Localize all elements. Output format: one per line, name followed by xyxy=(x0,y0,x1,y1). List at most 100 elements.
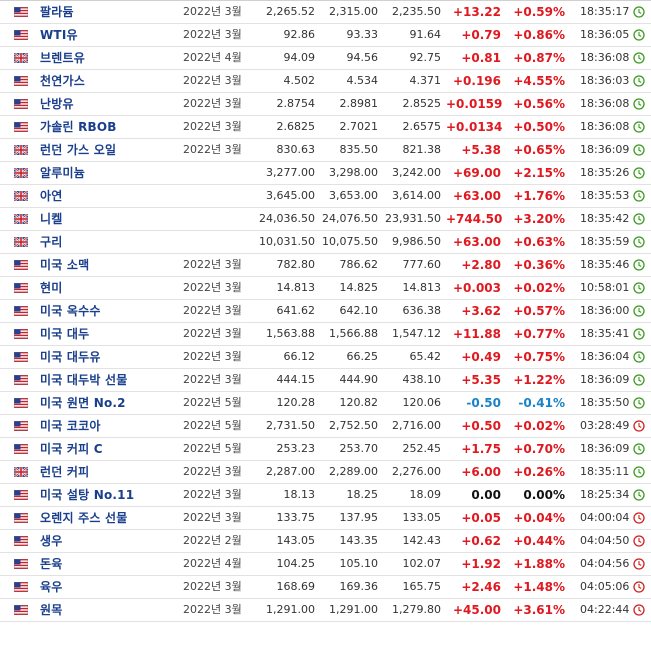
low-price: 4.371 xyxy=(409,74,442,87)
contract-month: 2022년 3월 xyxy=(183,373,242,386)
price-change: +63.00 xyxy=(452,235,501,249)
contract-month: 2022년 3월 xyxy=(183,281,242,294)
commodity-name-link[interactable]: 미국 설탕 No.11 xyxy=(40,484,134,506)
last-price: 444.15 xyxy=(276,373,316,386)
table-row[interactable]: 알루미늄 3,277.00 3,298.00 3,242.00 +69.00 +2.15%… xyxy=(0,162,651,185)
commodity-name-link[interactable]: WTI유 xyxy=(40,24,78,46)
us-flag-icon xyxy=(14,490,28,500)
table-row[interactable]: 미국 소맥 2022년 3월 782.80 786.62 777.60 +2.80 +0.3… xyxy=(0,254,651,277)
table-row[interactable]: 미국 원면 No.2 2022년 5월 120.28 120.82 120.06 -0.5… xyxy=(0,392,651,415)
table-row[interactable]: 미국 코코아 2022년 5월 2,731.50 2,752.50 2,716.00 +0… xyxy=(0,415,651,438)
update-time: 18:36:04 xyxy=(580,350,630,363)
last-price: 24,036.50 xyxy=(259,212,315,225)
commodity-name-link[interactable]: 육우 xyxy=(40,576,62,598)
percent-change: +0.44% xyxy=(513,534,565,548)
commodity-name-link[interactable]: 미국 대두 xyxy=(40,323,89,345)
update-time: 18:35:53 xyxy=(580,189,630,202)
us-flag-icon xyxy=(14,352,28,362)
commodity-name-link[interactable]: 천연가스 xyxy=(40,70,85,92)
last-price: 3,277.00 xyxy=(266,166,315,179)
low-price: 102.07 xyxy=(402,557,442,570)
table-row[interactable]: 브렌트유 2022년 4월 94.09 94.56 92.75 +0.81 +0.87% 18… xyxy=(0,47,651,70)
table-row[interactable]: 돈육 2022년 4월 104.25 105.10 102.07 +1.92 +1.88% 0… xyxy=(0,553,651,576)
low-price: 2,276.00 xyxy=(392,465,441,478)
low-price: 3,614.00 xyxy=(392,189,441,202)
commodity-name-link[interactable]: 런던 커피 xyxy=(40,461,89,483)
commodity-name-link[interactable]: 원목 xyxy=(40,599,62,621)
update-time: 18:36:03 xyxy=(580,74,630,87)
table-row[interactable]: 팔라듐 2022년 3월 2,265.52 2,315.00 2,235.50 +13.2… xyxy=(0,1,651,24)
table-row[interactable]: 원목 2022년 3월 1,291.00 1,291.00 1,279.80 +45.00… xyxy=(0,599,651,622)
table-row[interactable]: 난방유 2022년 3월 2.8754 2.8981 2.8525 +0.0159 +0.5… xyxy=(0,93,651,116)
us-flag-icon xyxy=(14,605,28,615)
us-flag-icon xyxy=(14,329,28,339)
table-row[interactable]: 미국 커피 C 2022년 5월 253.23 253.70 252.45 +1.75 +0… xyxy=(0,438,651,461)
commodity-name-link[interactable]: 미국 옥수수 xyxy=(40,300,101,322)
price-change: +1.92 xyxy=(461,557,501,571)
table-row[interactable]: 아연 3,645.00 3,653.00 3,614.00 +63.00 +1.76% 18… xyxy=(0,185,651,208)
table-row[interactable]: 미국 대두유 2022년 3월 66.12 66.25 65.42 +0.49 +0.75%… xyxy=(0,346,651,369)
commodity-name-link[interactable]: 미국 원면 No.2 xyxy=(40,392,126,414)
high-price: 24,076.50 xyxy=(322,212,378,225)
us-flag-icon xyxy=(14,398,28,408)
price-change: +0.81 xyxy=(461,51,501,65)
low-price: 1,547.12 xyxy=(392,327,441,340)
table-row[interactable]: 생우 2022년 2월 143.05 143.35 142.43 +0.62 +0.44% 0… xyxy=(0,530,651,553)
commodity-name-link[interactable]: 아연 xyxy=(40,185,62,207)
commodity-name-link[interactable]: 난방유 xyxy=(40,93,74,115)
contract-month: 2022년 3월 xyxy=(183,5,242,18)
table-row[interactable]: 런던 커피 2022년 3월 2,287.00 2,289.00 2,276.00 +6.… xyxy=(0,461,651,484)
commodity-name-link[interactable]: 미국 소맥 xyxy=(40,254,89,276)
commodity-name-link[interactable]: 미국 코코아 xyxy=(40,415,101,437)
market-open-clock-icon xyxy=(633,75,645,87)
table-row[interactable]: 구리 10,031.50 10,075.50 9,986.50 +63.00 +0.63%… xyxy=(0,231,651,254)
high-price: 66.25 xyxy=(346,350,379,363)
table-row[interactable]: 런던 가스 오일 2022년 3월 830.63 835.50 821.38 +5.38 +… xyxy=(0,139,651,162)
last-price: 2,265.52 xyxy=(266,5,315,18)
low-price: 120.06 xyxy=(402,396,442,409)
market-open-clock-icon xyxy=(633,259,645,271)
commodity-name-link[interactable]: 런던 가스 오일 xyxy=(40,139,116,161)
market-closed-clock-icon xyxy=(633,558,645,570)
table-row[interactable]: 미국 옥수수 2022년 3월 641.62 642.10 636.38 +3.62 +0.… xyxy=(0,300,651,323)
commodity-name-link[interactable]: 가솔린 RBOB xyxy=(40,116,117,138)
commodity-name-link[interactable]: 팔라듐 xyxy=(40,1,74,23)
last-price: 94.09 xyxy=(283,51,316,64)
table-row[interactable]: WTI유 2022년 3월 92.86 93.33 91.64 +0.79 +0.86% 18… xyxy=(0,24,651,47)
table-row[interactable]: 미국 대두박 선물 2022년 3월 444.15 444.90 438.10 +5.35… xyxy=(0,369,651,392)
price-change: +45.00 xyxy=(452,603,501,617)
commodity-name-link[interactable]: 생우 xyxy=(40,530,62,552)
high-price: 10,075.50 xyxy=(322,235,378,248)
commodity-name-link[interactable]: 미국 커피 C xyxy=(40,438,103,460)
table-row[interactable]: 니켈 24,036.50 24,076.50 23,931.50 +744.50 +3.2… xyxy=(0,208,651,231)
commodity-name-link[interactable]: 구리 xyxy=(40,231,62,253)
table-row[interactable]: 미국 대두 2022년 3월 1,563.88 1,566.88 1,547.12 +11… xyxy=(0,323,651,346)
commodity-name-link[interactable]: 브렌트유 xyxy=(40,47,85,69)
market-open-clock-icon xyxy=(633,167,645,179)
contract-month: 2022년 3월 xyxy=(183,327,242,340)
table-row[interactable]: 육우 2022년 3월 168.69 169.36 165.75 +2.46 +1.48% 0… xyxy=(0,576,651,599)
commodity-name-link[interactable]: 오렌지 주스 선물 xyxy=(40,507,127,529)
commodity-name-link[interactable]: 미국 대두박 선물 xyxy=(40,369,127,391)
commodity-name-link[interactable]: 현미 xyxy=(40,277,62,299)
table-row[interactable]: 현미 2022년 3월 14.813 14.825 14.813 +0.003 +0.02%… xyxy=(0,277,651,300)
last-price: 10,031.50 xyxy=(259,235,315,248)
table-row[interactable]: 미국 설탕 No.11 2022년 3월 18.13 18.25 18.09 0.00 0.… xyxy=(0,484,651,507)
table-row[interactable]: 오렌지 주스 선물 2022년 3월 133.75 137.95 133.05 +0.05… xyxy=(0,507,651,530)
table-row[interactable]: 가솔린 RBOB 2022년 3월 2.6825 2.7021 2.6575 +0.013… xyxy=(0,116,651,139)
market-open-clock-icon xyxy=(633,213,645,225)
high-price: 786.62 xyxy=(339,258,379,271)
table-row[interactable]: 천연가스 2022년 3월 4.502 4.534 4.371 +0.196 +4.55% 1… xyxy=(0,70,651,93)
last-price: 782.80 xyxy=(276,258,316,271)
contract-month: 2022년 3월 xyxy=(183,511,242,524)
percent-change: 0.00% xyxy=(523,488,565,502)
commodity-name-link[interactable]: 미국 대두유 xyxy=(40,346,101,368)
percent-change: +0.70% xyxy=(513,442,565,456)
last-price: 1,563.88 xyxy=(266,327,315,340)
price-change: 0.00 xyxy=(471,488,501,502)
commodity-name-link[interactable]: 알루미늄 xyxy=(40,162,85,184)
high-price: 94.56 xyxy=(346,51,379,64)
high-price: 137.95 xyxy=(339,511,379,524)
commodity-name-link[interactable]: 돈육 xyxy=(40,553,62,575)
commodity-name-link[interactable]: 니켈 xyxy=(40,208,62,230)
